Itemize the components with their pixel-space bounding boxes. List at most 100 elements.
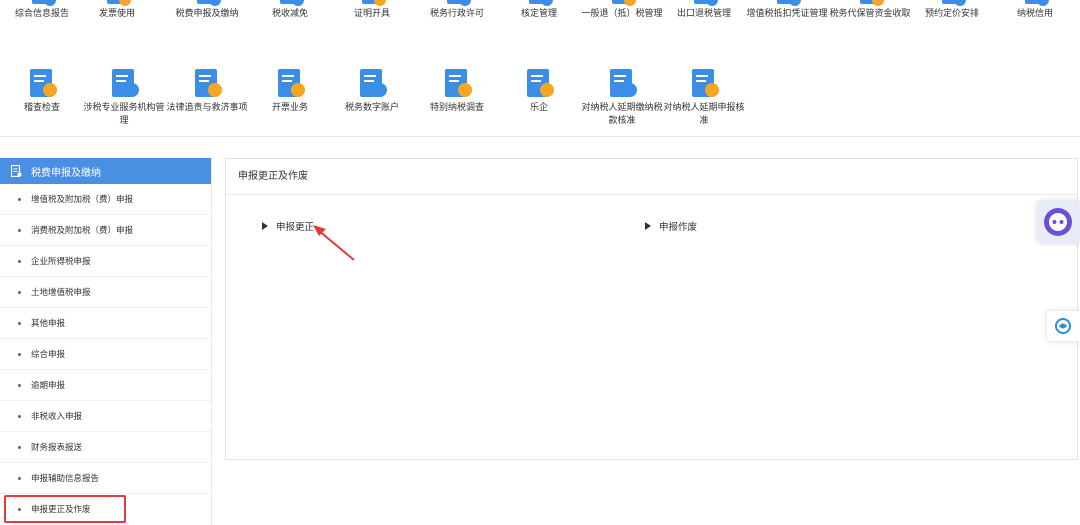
service-tile[interactable]: 对纳税人延期申报核准 (662, 66, 746, 128)
service-tile[interactable]: 增值税抵扣凭证管理 (745, 0, 829, 21)
declare-void-label: 申报作废 (659, 222, 698, 233)
service-tile[interactable]: 核定管理 (497, 0, 581, 21)
reduction-icon (280, 0, 304, 6)
sidebar-item-label: 土地增值税申报 (31, 288, 91, 298)
bullet-icon (18, 445, 21, 449)
service-tile[interactable]: 税务行政许可 (415, 0, 499, 21)
panel-title: 申报更正及作废 (226, 159, 1077, 195)
document-icon (11, 165, 22, 177)
sidebar-item[interactable]: 土地增值税申报 (0, 277, 211, 308)
service-tile[interactable]: 开票业务 (248, 66, 332, 115)
service-tile-label: 特别纳税调查 (429, 103, 484, 113)
sidebar-item-label: 非税收入申报 (31, 412, 83, 422)
bullet-icon (18, 228, 21, 232)
service-tile[interactable]: 税费申报及缴纳 (165, 0, 249, 21)
main-panel: 申报更正及作废 申报更正 申报作废 (225, 158, 1078, 460)
assessment-icon (529, 0, 553, 6)
service-tile-label: 税务代保管资金收取 (829, 9, 911, 19)
sidebar-item[interactable]: 增值税及附加税（费）申报 (0, 184, 211, 215)
invoice-icon (107, 0, 131, 6)
service-tile[interactable]: 一般退（抵）税管理 (580, 0, 664, 21)
bullet-icon (18, 414, 21, 418)
sidebar-item[interactable]: 财务报表报送 (0, 432, 211, 463)
sidebar-item[interactable]: 综合申报 (0, 339, 211, 370)
sidebar-item[interactable]: 逾期申报 (0, 370, 211, 401)
custody-fund-icon (860, 0, 884, 6)
service-tile[interactable]: 特别纳税调查 (415, 66, 499, 115)
refund-icon (612, 0, 636, 6)
deferred-payment-icon (610, 69, 637, 97)
service-tile[interactable]: 稽查检查 (0, 66, 84, 115)
service-tile-label: 乐企 (529, 103, 548, 113)
service-tile[interactable]: 税收减免 (248, 0, 332, 21)
digital-account-icon (360, 69, 387, 97)
sidebar-item-label: 申报辅助信息报告 (31, 474, 100, 484)
service-tile[interactable]: 法律追责与救济事项 (165, 66, 249, 115)
service-tile-label: 发票使用 (98, 9, 135, 19)
declare-icon (197, 0, 221, 6)
service-tile[interactable]: 涉税专业服务机构管理 (82, 66, 166, 128)
sidebar-item[interactable]: 其他申报 (0, 308, 211, 339)
service-tile[interactable]: 纳税信用 (993, 0, 1077, 21)
service-swirl-icon (1055, 318, 1071, 334)
sidebar-title: 税费申报及缴纳 (31, 167, 101, 179)
sidebar-item-label: 其他申报 (31, 319, 66, 329)
bullet-icon (18, 197, 21, 201)
service-tile[interactable]: 对纳税人延期缴纳税款核准 (580, 66, 664, 128)
inspection-icon (30, 69, 57, 97)
bullet-icon (18, 507, 21, 511)
sidebar-item-label: 增值税及附加税（费）申报 (31, 195, 134, 205)
service-tile[interactable]: 税务数字账户 (330, 66, 414, 115)
bullet-icon (18, 290, 21, 294)
sidebar-item[interactable]: 非税收入申报 (0, 401, 211, 432)
sidebar-item-label: 企业所得税申报 (31, 257, 91, 267)
side-service-button[interactable] (1047, 311, 1080, 341)
bullet-icon (18, 259, 21, 263)
robot-assistant-icon (1044, 208, 1072, 236)
sidebar-header[interactable]: 税费申报及缴纳 (0, 158, 211, 184)
bullet-icon (18, 383, 21, 387)
declare-void-link[interactable]: 申报作废 (645, 219, 697, 233)
service-tile[interactable]: 证明开具 (330, 0, 414, 21)
service-tile[interactable]: 税务代保管资金收取 (828, 0, 912, 21)
service-tile[interactable]: 发票使用 (75, 0, 159, 21)
bullet-icon (18, 476, 21, 480)
service-tile-label: 增值税抵扣凭证管理 (746, 9, 828, 19)
credit-icon (1025, 0, 1049, 6)
declare-correction-link[interactable]: 申报更正 (262, 219, 314, 233)
service-tile-label: 税务行政许可 (429, 9, 484, 19)
bullet-icon (18, 352, 21, 356)
service-tile-label: 纳税信用 (1016, 9, 1053, 19)
sidebar-item[interactable]: 企业所得税申报 (0, 246, 211, 277)
service-tile-label: 稽查检查 (23, 103, 60, 113)
service-tile-label: 出口退税管理 (676, 9, 731, 19)
sidebar-item-label: 逾期申报 (31, 381, 66, 391)
agency-icon (112, 69, 139, 97)
sidebar-item-label: 综合申报 (31, 350, 66, 360)
service-tile[interactable]: 出口退税管理 (662, 0, 746, 21)
service-tile[interactable]: 综合信息报告 (0, 0, 84, 21)
triangle-right-icon (262, 222, 268, 230)
sidebar-item[interactable]: 申报辅助信息报告 (0, 463, 211, 494)
service-tile[interactable]: 预约定价安排 (910, 0, 994, 21)
license-icon (447, 0, 471, 6)
sidebar-item-label: 消费税及附加税（费）申报 (31, 226, 134, 236)
triangle-right-icon (645, 222, 651, 230)
pricing-icon (942, 0, 966, 6)
sidebar-item[interactable]: 消费税及附加税（费）申报 (0, 215, 211, 246)
service-tile-label: 税收减免 (271, 9, 308, 19)
sidebar-item-label: 财务报表报送 (31, 443, 83, 453)
service-tile[interactable]: 乐企 (497, 66, 581, 115)
chat-assistant-button[interactable] (1037, 201, 1079, 243)
service-tile-label: 开票业务 (271, 103, 308, 113)
sidebar-item-label: 申报更正及作废 (31, 505, 91, 515)
service-tile-label: 税费申报及缴纳 (175, 9, 239, 19)
legal-icon (195, 69, 222, 97)
report-icon (32, 0, 56, 6)
service-tile-label: 对纳税人延期缴纳税款核准 (581, 103, 663, 126)
sidebar-item[interactable]: 申报更正及作废 (4, 495, 126, 523)
vat-deduction-icon (777, 0, 801, 6)
bullet-icon (18, 321, 21, 325)
certificate-icon (362, 0, 386, 6)
sidebar: 税费申报及缴纳 增值税及附加税（费）申报 消费税及附加税（费）申报 企业所得税申… (0, 158, 212, 525)
